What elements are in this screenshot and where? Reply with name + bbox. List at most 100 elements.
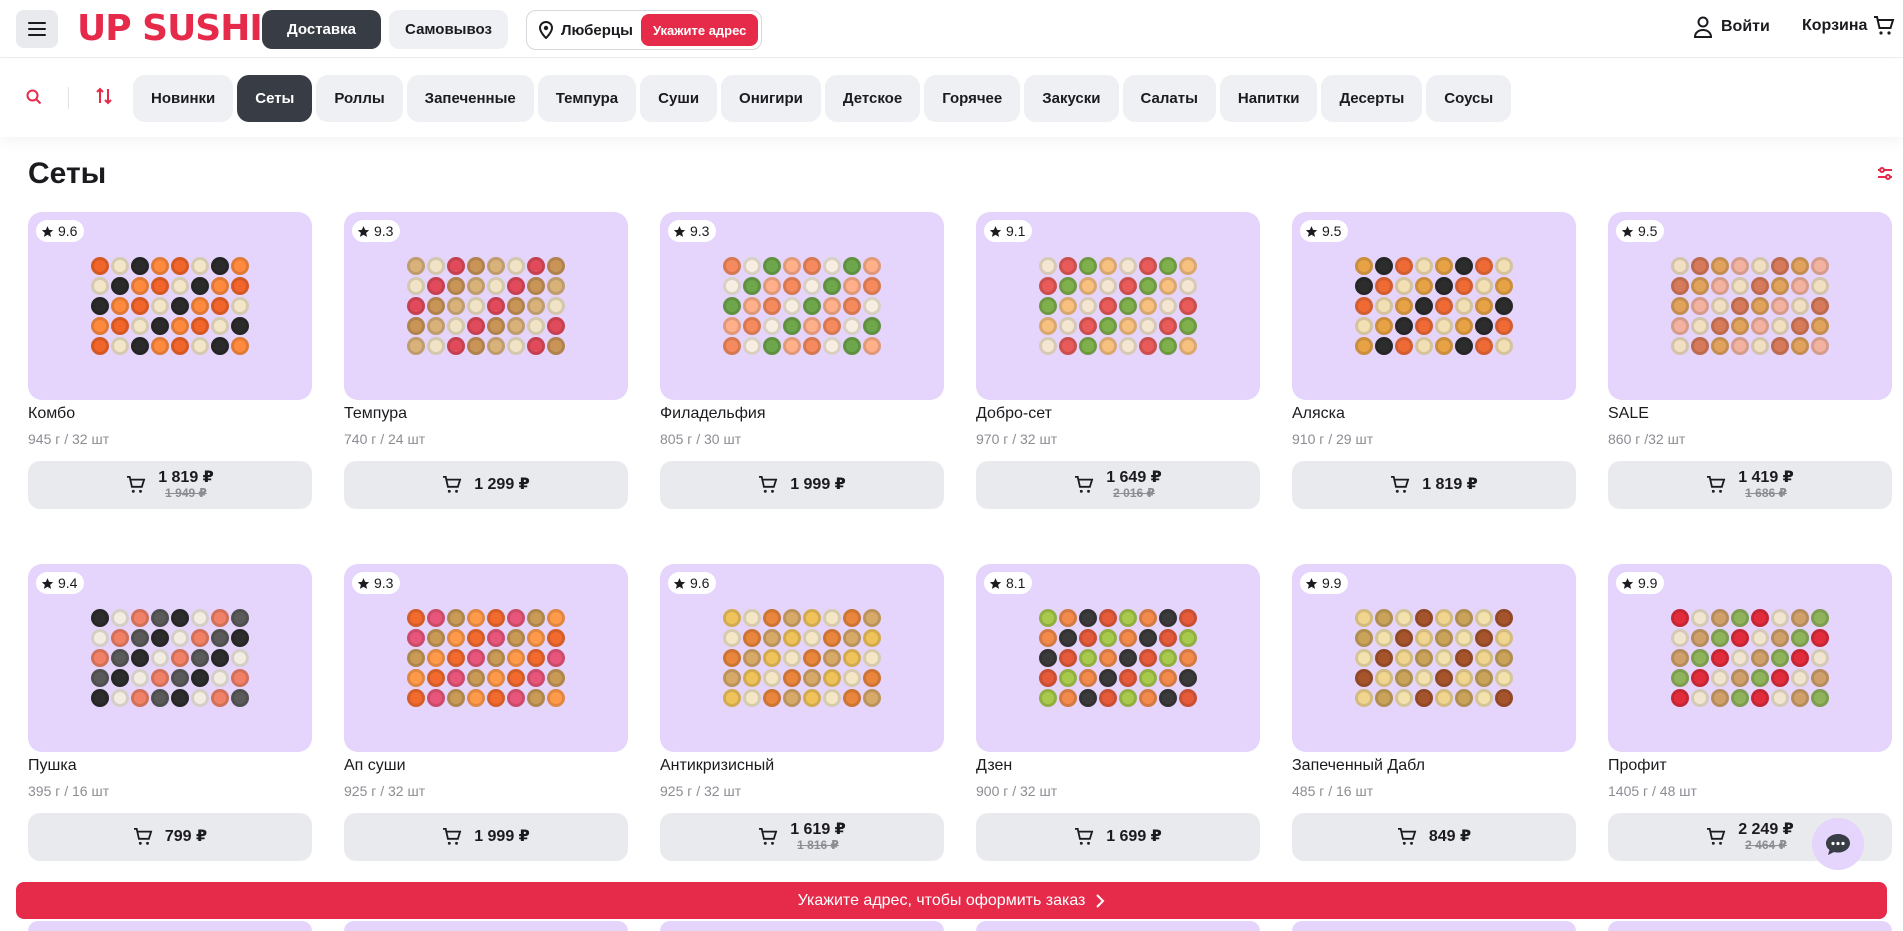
- sort-icon[interactable]: [96, 87, 112, 105]
- product-image[interactable]: 8.1: [976, 564, 1260, 752]
- star-icon: [357, 577, 370, 589]
- category-chip[interactable]: Напитки: [1219, 75, 1318, 122]
- category-chip[interactable]: Салаты: [1122, 75, 1216, 122]
- product-card[interactable]: 9.3 Темпура 740 г / 24 шт 1 299 ₽: [344, 212, 628, 509]
- product-card[interactable]: 9.6 Комбо 945 г / 32 шт 1 819 ₽1 949 ₽: [28, 212, 312, 509]
- sushi-piece: [1455, 257, 1473, 275]
- sushi-piece: [1139, 297, 1157, 315]
- product-card[interactable]: 9.1 Добро-сет 970 г / 32 шт 1 649 ₽2 016 ₽: [976, 212, 1260, 509]
- product-name[interactable]: Аляска: [1292, 405, 1576, 423]
- sushi-piece: [803, 317, 821, 335]
- sushi-piece: [427, 297, 445, 315]
- product-card[interactable]: 8.1 Дзен 900 г / 32 шт 1 699 ₽: [976, 564, 1260, 861]
- product-card[interactable]: 9.5 Аляска 910 г / 29 шт 1 819 ₽: [1292, 212, 1576, 509]
- chevron-right-icon: [1096, 893, 1105, 908]
- sushi-piece: [1179, 317, 1197, 335]
- product-name[interactable]: Темпура: [344, 405, 628, 423]
- address-selector[interactable]: Люберцы Укажите адрес: [526, 10, 762, 50]
- sushi-piece: [723, 609, 741, 627]
- product-image[interactable]: 9.9: [1608, 564, 1892, 752]
- product-image[interactable]: 9.3: [344, 564, 628, 752]
- product-name[interactable]: Ап суши: [344, 757, 628, 775]
- sushi-piece: [1099, 669, 1117, 687]
- login-button[interactable]: Войти: [1693, 16, 1770, 38]
- category-chip[interactable]: Запеченные: [406, 75, 534, 122]
- product-card[interactable]: 9.9 Запеченный Дабл 485 г / 16 шт 849 ₽: [1292, 564, 1576, 861]
- add-to-cart-button[interactable]: 1 619 ₽1 816 ₽: [660, 813, 944, 861]
- category-chip[interactable]: Соусы: [1426, 75, 1512, 122]
- category-chip[interactable]: Детское: [824, 75, 921, 122]
- product-name[interactable]: Филадельфия: [660, 405, 944, 423]
- sushi-piece: [1475, 317, 1493, 335]
- menu-button[interactable]: [16, 10, 58, 48]
- add-to-cart-button[interactable]: 1 699 ₽: [976, 813, 1260, 861]
- product-name[interactable]: Запеченный Дабл: [1292, 757, 1576, 775]
- add-to-cart-button[interactable]: 849 ₽: [1292, 813, 1576, 861]
- product-card[interactable]: 9.9 Профит 1405 г / 48 шт 2 249 ₽2 464 ₽: [1608, 564, 1892, 861]
- star-icon: [989, 577, 1002, 589]
- sushi-piece: [151, 257, 169, 275]
- delivery-button[interactable]: Доставка: [262, 10, 381, 49]
- add-to-cart-button[interactable]: 1 419 ₽1 686 ₽: [1608, 461, 1892, 509]
- add-to-cart-button[interactable]: 1 999 ₽: [344, 813, 628, 861]
- product-name[interactable]: Добро-сет: [976, 405, 1260, 423]
- sushi-piece: [763, 277, 781, 295]
- add-to-cart-button[interactable]: 1 999 ₽: [660, 461, 944, 509]
- product-name[interactable]: SALE: [1608, 405, 1892, 423]
- category-chip[interactable]: Новинки: [133, 75, 234, 122]
- search-icon[interactable]: [26, 89, 42, 105]
- star-icon: [1621, 225, 1634, 237]
- category-chip[interactable]: Суши: [640, 75, 718, 122]
- product-image[interactable]: 9.3: [660, 212, 944, 400]
- product-card[interactable]: 9.6 Антикризисный 925 г / 32 шт 1 619 ₽1 81…: [660, 564, 944, 861]
- product-name[interactable]: Профит: [1608, 757, 1892, 775]
- add-to-cart-button[interactable]: 1 649 ₽2 016 ₽: [976, 461, 1260, 509]
- chat-button[interactable]: [1812, 818, 1864, 870]
- product-image[interactable]: 9.5: [1608, 212, 1892, 400]
- product-card[interactable]: 9.4 Пушка 395 г / 16 шт 799 ₽: [28, 564, 312, 861]
- sushi-piece: [171, 689, 189, 707]
- sushi-piece: [1079, 689, 1097, 707]
- product-image[interactable]: 9.5: [1292, 212, 1576, 400]
- product-name[interactable]: Антикризисный: [660, 757, 944, 775]
- sushi-piece: [1671, 317, 1689, 335]
- product-card[interactable]: 9.3 Филадельфия 805 г / 30 шт 1 999 ₽: [660, 212, 944, 509]
- divider: [68, 87, 69, 109]
- set-address-button[interactable]: Укажите адрес: [640, 14, 759, 46]
- add-to-cart-button[interactable]: 1 299 ₽: [344, 461, 628, 509]
- product-image[interactable]: 9.4: [28, 564, 312, 752]
- cart-icon: [133, 828, 153, 845]
- product-card[interactable]: 9.5 SALE 860 г /32 шт 1 419 ₽1 686 ₽: [1608, 212, 1892, 509]
- price: 1 419 ₽: [1738, 469, 1794, 487]
- product-image[interactable]: 9.3: [344, 212, 628, 400]
- cart-button[interactable]: Корзина: [1802, 16, 1895, 36]
- product-image[interactable]: 9.9: [1292, 564, 1576, 752]
- category-chip[interactable]: Закуски: [1024, 75, 1119, 122]
- product-image[interactable]: 9.6: [660, 564, 944, 752]
- sushi-piece: [547, 689, 565, 707]
- logo[interactable]: UP SUSHI: [77, 7, 263, 51]
- category-chip[interactable]: Сеты: [237, 75, 313, 122]
- product-name[interactable]: Дзен: [976, 757, 1260, 775]
- sushi-piece: [407, 337, 425, 355]
- product-name[interactable]: Комбо: [28, 405, 312, 423]
- pickup-button[interactable]: Самовывоз: [389, 10, 508, 49]
- category-chip[interactable]: Десерты: [1321, 75, 1423, 122]
- add-to-cart-button[interactable]: 1 819 ₽: [1292, 461, 1576, 509]
- sushi-piece: [1791, 609, 1809, 627]
- category-chip[interactable]: Темпура: [537, 75, 637, 122]
- category-chip[interactable]: Горячее: [924, 75, 1021, 122]
- category-chip[interactable]: Роллы: [316, 75, 403, 122]
- add-to-cart-button[interactable]: 1 819 ₽1 949 ₽: [28, 461, 312, 509]
- product-name[interactable]: Пушка: [28, 757, 312, 775]
- product-image[interactable]: 9.6: [28, 212, 312, 400]
- add-to-cart-button[interactable]: 799 ₽: [28, 813, 312, 861]
- address-banner[interactable]: Укажите адрес, чтобы оформить заказ: [16, 882, 1887, 919]
- sushi-piece: [487, 337, 505, 355]
- category-chip[interactable]: Онигири: [721, 75, 821, 122]
- sushi-piece: [447, 277, 465, 295]
- product-image[interactable]: 9.1: [976, 212, 1260, 400]
- sushi-piece: [843, 669, 861, 687]
- product-card[interactable]: 9.3 Ап суши 925 г / 32 шт 1 999 ₽: [344, 564, 628, 861]
- filter-icon[interactable]: [1877, 167, 1893, 181]
